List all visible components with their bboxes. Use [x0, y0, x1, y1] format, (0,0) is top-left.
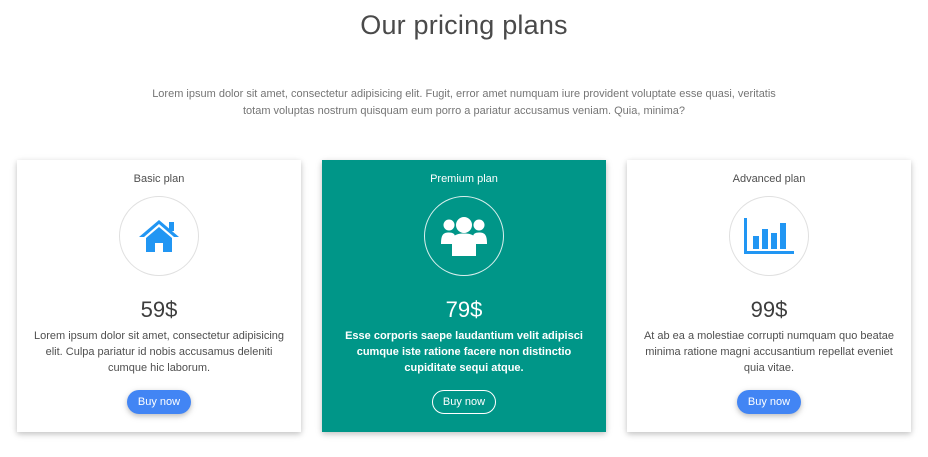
icon-circle	[424, 196, 504, 276]
icon-circle	[729, 196, 809, 276]
plan-price: 79$	[445, 297, 483, 322]
section-lead: Lorem ipsum dolor sit amet, consectetur …	[152, 88, 776, 117]
users-icon	[441, 217, 487, 256]
plan-description: Lorem ipsum dolor sit amet, consectetur …	[33, 330, 285, 374]
icon-circle	[119, 196, 199, 276]
plan-description: At ab ea a molestiae corrupti numquam qu…	[643, 330, 895, 374]
pricing-card-basic: Basic plan 59$ Lorem ipsum dolor sit ame…	[17, 160, 301, 432]
home-icon	[139, 220, 179, 252]
plan-name: Premium plan	[430, 173, 498, 185]
page-title: Our pricing plans	[360, 10, 568, 40]
buy-now-button-premium[interactable]: Buy now	[432, 390, 496, 414]
pricing-card-advanced: Advanced plan 99$ At ab ea a molestiae c…	[627, 160, 911, 432]
buy-now-button-advanced[interactable]: Buy now	[737, 390, 801, 414]
plan-price: 99$	[750, 297, 788, 322]
plan-name: Advanced plan	[732, 173, 806, 185]
plan-name: Basic plan	[133, 173, 185, 185]
plan-description: Esse corporis saepe laudantium velit adi…	[345, 330, 583, 374]
plan-price: 59$	[140, 297, 178, 322]
pricing-card-premium: Premium plan 79$ Esse corporis saepe lau…	[322, 160, 606, 432]
bar-chart-icon	[744, 218, 794, 254]
pricing-section: Our pricing plans Lorem ipsum dolor sit …	[0, 0, 928, 457]
buy-now-button-basic[interactable]: Buy now	[127, 390, 191, 414]
